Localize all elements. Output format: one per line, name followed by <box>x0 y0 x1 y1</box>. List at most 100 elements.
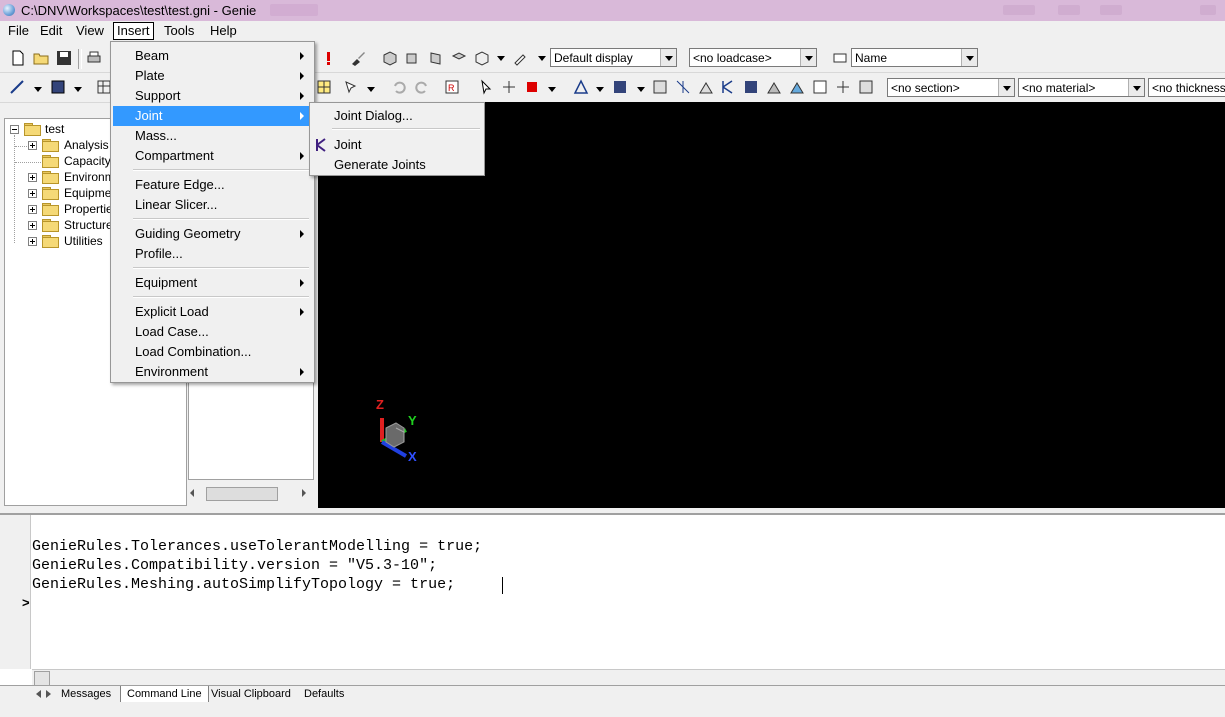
loadcase-combo[interactable]: <no loadcase> <box>689 48 817 67</box>
menu-item-explicit-load[interactable]: Explicit Load <box>113 302 312 322</box>
menu-edit[interactable]: Edit <box>37 23 65 39</box>
menu-item-load-combination[interactable]: Load Combination... <box>113 342 312 362</box>
scroll-right-icon[interactable] <box>302 489 306 497</box>
chevron-down-icon[interactable] <box>961 49 977 66</box>
tree-item-equipment[interactable]: Equipmer <box>64 185 115 201</box>
name-combo[interactable]: Name <box>851 48 978 67</box>
line-tool-icon[interactable] <box>9 79 25 95</box>
menu-item-plate[interactable]: Plate <box>113 66 312 86</box>
menu-item-joint[interactable]: Joint <box>113 106 312 126</box>
rect-tool-icon[interactable] <box>50 79 66 95</box>
beam-tool-icon[interactable] <box>573 79 589 95</box>
tab-scroll-left-icon[interactable] <box>36 690 41 698</box>
chevron-down-icon[interactable] <box>998 79 1014 96</box>
view-side-icon[interactable] <box>428 50 444 66</box>
alert-icon[interactable] <box>320 50 336 66</box>
menu-item-compartment[interactable]: Compartment <box>113 146 312 166</box>
expand-toggle[interactable] <box>28 237 37 246</box>
minimize-button[interactable] <box>1003 5 1035 15</box>
chevron-down-icon[interactable] <box>800 49 816 66</box>
scroll-left-icon[interactable] <box>190 489 194 497</box>
view-top-icon[interactable] <box>451 50 467 66</box>
rect-dropdown-arrow[interactable] <box>74 87 82 92</box>
menu-item-support[interactable]: Support <box>113 86 312 106</box>
menu-item-joint-create[interactable]: Joint <box>312 135 482 155</box>
pencil-dropdown-arrow[interactable] <box>538 56 546 61</box>
open-folder-icon[interactable] <box>33 50 49 66</box>
expand-toggle[interactable] <box>28 205 37 214</box>
select-tool-icon[interactable] <box>343 79 359 95</box>
menu-help[interactable]: Help <box>207 23 240 39</box>
tree-root[interactable]: test <box>45 121 64 137</box>
view-iso-icon[interactable] <box>382 50 398 66</box>
menu-view[interactable]: View <box>73 23 107 39</box>
expand-toggle[interactable] <box>28 141 37 150</box>
maximize-button[interactable] <box>1058 5 1080 15</box>
plate-tool-icon[interactable] <box>612 79 628 95</box>
material-combo[interactable]: <no material> <box>1018 78 1145 97</box>
chevron-down-icon[interactable] <box>1128 79 1144 96</box>
tool-f-icon[interactable] <box>766 79 782 95</box>
menu-tools[interactable]: Tools <box>161 23 197 39</box>
tree-item-capacity[interactable]: Capacity <box>64 153 111 169</box>
menu-item-feature-edge[interactable]: Feature Edge... <box>113 175 312 195</box>
tool-h-icon[interactable] <box>812 79 828 95</box>
menu-item-mass[interactable]: Mass... <box>113 126 312 146</box>
menu-item-load-case[interactable]: Load Case... <box>113 322 312 342</box>
pointer-icon[interactable] <box>478 79 494 95</box>
view-front-icon[interactable] <box>404 50 420 66</box>
tab-messages[interactable]: Messages <box>55 686 117 702</box>
section-combo[interactable]: <no section> <box>887 78 1015 97</box>
save-icon[interactable] <box>56 50 72 66</box>
scroll-thumb[interactable] <box>206 487 278 501</box>
close-button[interactable] <box>1200 5 1216 15</box>
plate-dropdown-arrow[interactable] <box>637 87 645 92</box>
stop-dropdown-arrow[interactable] <box>548 87 556 92</box>
menu-item-guiding-geometry[interactable]: Guiding Geometry <box>113 224 312 244</box>
menu-item-profile[interactable]: Profile... <box>113 244 312 264</box>
new-file-icon[interactable] <box>10 50 26 66</box>
report-icon[interactable]: R <box>444 79 460 95</box>
select-dropdown-arrow[interactable] <box>367 87 375 92</box>
tool-c-icon[interactable] <box>698 79 714 95</box>
tree-item-utilities[interactable]: Utilities <box>64 233 103 249</box>
line-dropdown-arrow[interactable] <box>34 87 42 92</box>
scroll-left-button[interactable] <box>34 671 50 686</box>
tree-item-structure[interactable]: Structure <box>64 217 113 233</box>
tool-a-icon[interactable] <box>652 79 668 95</box>
tool-e-icon[interactable] <box>743 79 759 95</box>
expand-toggle[interactable] <box>28 221 37 230</box>
stop-icon[interactable] <box>524 79 540 95</box>
menu-item-generate-joints[interactable]: Generate Joints <box>312 155 482 175</box>
tool-b-icon[interactable] <box>675 79 691 95</box>
view-dropdown-arrow[interactable] <box>497 56 505 61</box>
menu-insert[interactable]: Insert <box>113 22 154 40</box>
menu-item-joint-dialog[interactable]: Joint Dialog... <box>312 106 482 126</box>
horizontal-scrollbar[interactable] <box>188 485 314 502</box>
undo-icon[interactable] <box>391 79 407 95</box>
beam-dropdown-arrow[interactable] <box>596 87 604 92</box>
menu-file[interactable]: File <box>5 23 32 39</box>
tab-scroll-right-icon[interactable] <box>46 690 51 698</box>
console-hscrollbar[interactable] <box>32 669 1225 686</box>
command-console[interactable]: GenieRules.Tolerances.useTolerantModelli… <box>0 513 1225 686</box>
display-combo[interactable]: Default display <box>550 48 677 67</box>
print-icon[interactable] <box>86 50 102 66</box>
tool-d-icon[interactable] <box>720 79 736 95</box>
expand-toggle[interactable] <box>28 189 37 198</box>
thickness-combo[interactable]: <no thickness <box>1148 78 1225 97</box>
pick-point-icon[interactable] <box>501 79 517 95</box>
tool-g-icon[interactable] <box>789 79 805 95</box>
label-icon[interactable] <box>832 50 848 66</box>
tab-visual-clipboard[interactable]: Visual Clipboard <box>205 686 297 702</box>
collapse-toggle[interactable] <box>10 125 19 134</box>
tree-item-analysis[interactable]: Analysis <box>64 137 109 153</box>
tab-command-line[interactable]: Command Line <box>120 686 209 702</box>
restore-button[interactable] <box>1100 5 1122 15</box>
tool-j-icon[interactable] <box>858 79 874 95</box>
menu-item-environment[interactable]: Environment <box>113 362 312 382</box>
pencil-icon[interactable] <box>512 50 528 66</box>
chevron-down-icon[interactable] <box>660 49 676 66</box>
menu-item-equipment[interactable]: Equipment <box>113 273 312 293</box>
view-rotate-icon[interactable] <box>474 50 490 66</box>
